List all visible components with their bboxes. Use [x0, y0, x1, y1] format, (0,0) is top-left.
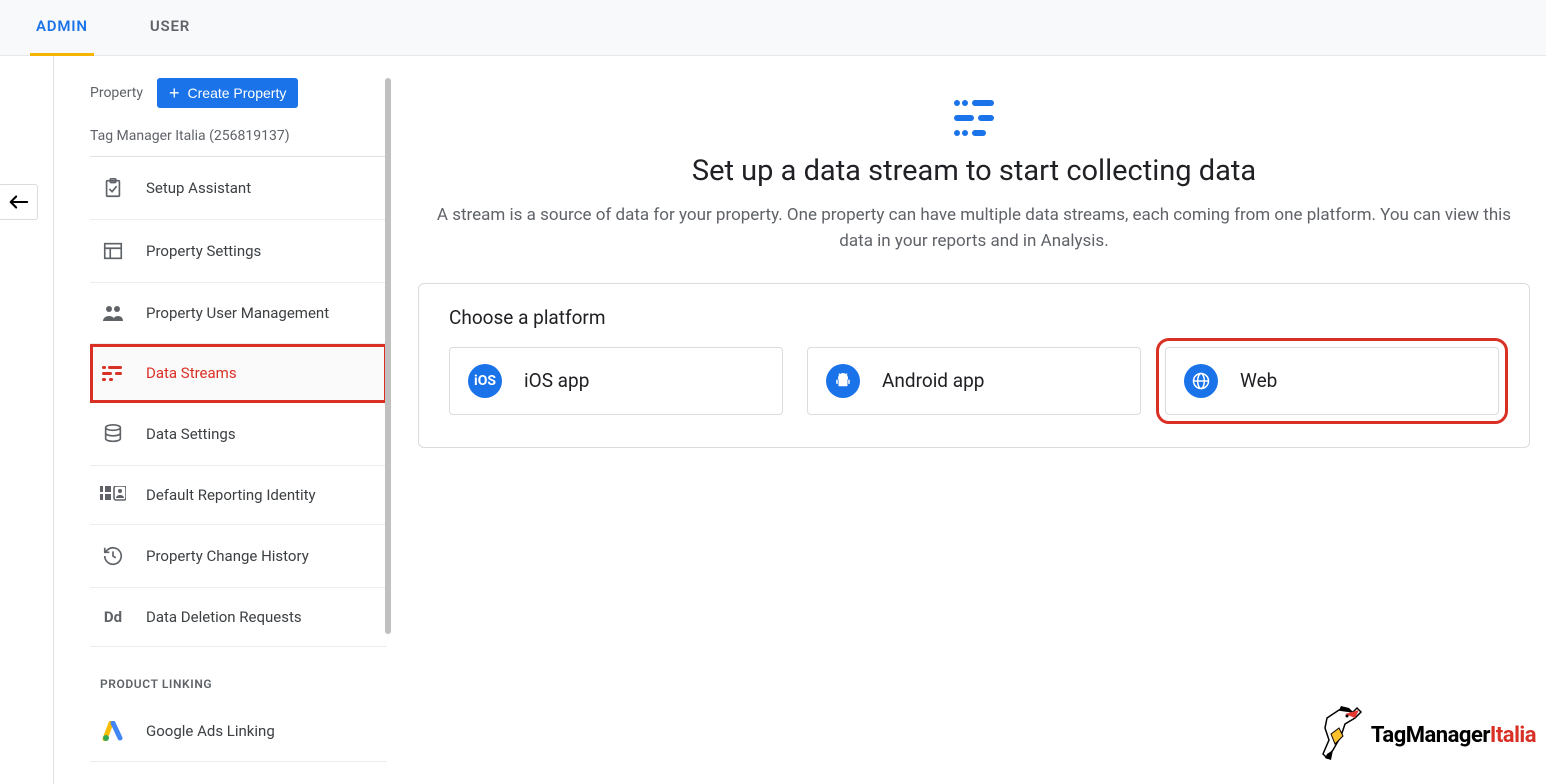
platform-card: Choose a platform iOS iOS app Android ap…: [418, 283, 1530, 448]
page-title: Set up a data stream to start collecting…: [418, 154, 1530, 188]
tab-admin[interactable]: ADMIN: [30, 0, 94, 56]
history-icon: [100, 545, 126, 567]
layout-icon: [100, 240, 126, 262]
database-icon: [100, 423, 126, 445]
property-label: Property: [90, 85, 143, 101]
platform-option-android[interactable]: Android app: [807, 347, 1141, 415]
brand-text: TagManagerItalia: [1371, 723, 1536, 748]
sidebar-item-property-settings[interactable]: Property Settings: [90, 220, 387, 283]
nav-label: Default Reporting Identity: [146, 486, 316, 504]
sidebar-item-user-management[interactable]: Property User Management: [90, 283, 387, 344]
nav-label: Google Ads Linking: [146, 722, 275, 740]
create-property-label: Create Property: [188, 85, 287, 101]
create-property-button[interactable]: + Create Property: [157, 78, 298, 108]
sidebar-item-data-streams[interactable]: Data Streams: [90, 344, 387, 403]
nav-label: Property User Management: [146, 304, 329, 322]
nav-label: Data Deletion Requests: [146, 608, 302, 626]
nav-label: Property Change History: [146, 547, 309, 565]
platform-option-ios[interactable]: iOS iOS app: [449, 347, 783, 415]
main-content: Set up a data stream to start collecting…: [392, 56, 1546, 784]
sidebar-item-data-deletion[interactable]: Dd Data Deletion Requests: [90, 588, 387, 647]
platform-label: Web: [1240, 369, 1277, 392]
android-icon: [826, 364, 860, 398]
platform-option-web[interactable]: Web: [1165, 347, 1499, 415]
dd-icon: Dd: [100, 608, 126, 626]
platform-label: Android app: [882, 369, 984, 392]
sidebar-item-google-ads-linking[interactable]: Google Ads Linking: [90, 701, 387, 762]
sidebar-item-data-settings[interactable]: Data Settings: [90, 403, 387, 466]
nav-label: Property Settings: [146, 242, 261, 260]
plus-icon: +: [169, 86, 180, 100]
ios-icon: iOS: [468, 364, 502, 398]
clipboard-check-icon: [100, 177, 126, 199]
product-linking-header: PRODUCT LINKING: [90, 647, 387, 701]
nav-label: Setup Assistant: [146, 179, 251, 197]
platform-label: iOS app: [524, 369, 589, 392]
identity-icon: [100, 486, 126, 504]
sidebar-item-setup-assistant[interactable]: Setup Assistant: [90, 157, 387, 220]
page-subtitle: A stream is a source of data for your pr…: [424, 202, 1524, 255]
top-tabs: ADMIN USER: [0, 0, 1546, 56]
woodpecker-icon: [1319, 706, 1365, 764]
sidebar: Property + Create Property Tag Manager I…: [0, 56, 392, 784]
globe-icon: [1184, 364, 1218, 398]
nav-label: Data Settings: [146, 425, 236, 443]
property-name: Tag Manager Italia (256819137): [90, 118, 387, 157]
platform-heading: Choose a platform: [449, 306, 1499, 329]
tab-user[interactable]: USER: [144, 0, 196, 56]
users-icon: [100, 303, 126, 323]
nav-label: Data Streams: [146, 364, 237, 382]
scrollbar[interactable]: [385, 78, 391, 634]
data-stream-hero-icon: [952, 98, 996, 138]
sidebar-item-reporting-identity[interactable]: Default Reporting Identity: [90, 466, 387, 525]
sidebar-item-change-history[interactable]: Property Change History: [90, 525, 387, 588]
brand-logo: TagManagerItalia: [1319, 706, 1536, 764]
google-ads-icon: [100, 721, 126, 741]
data-stream-icon: [100, 364, 126, 382]
